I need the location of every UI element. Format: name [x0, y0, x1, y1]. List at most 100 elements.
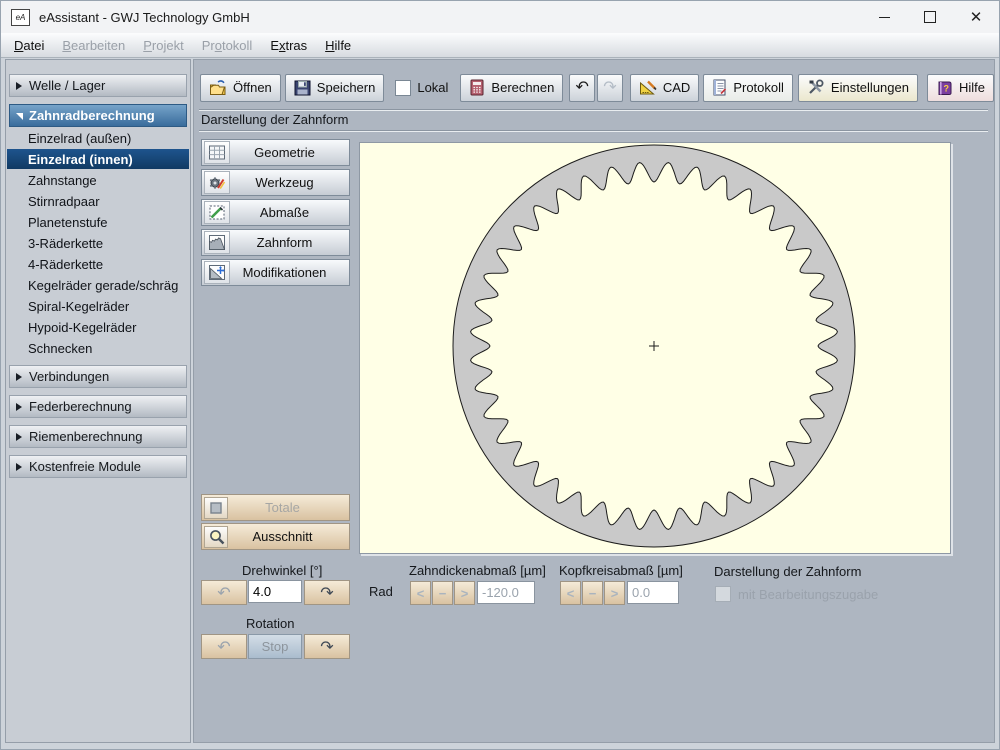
sidebar-item-3-räderkette[interactable]: 3-Räderkette	[7, 233, 189, 253]
rotate-cw-icon: ↷	[320, 583, 333, 603]
zahnform-button[interactable]: Zahnform	[201, 229, 350, 256]
square-icon	[204, 497, 228, 519]
drehwinkel-label: Drehwinkel [°]	[242, 563, 322, 578]
lokal-label: Lokal	[417, 80, 448, 95]
zahndicken-label: Zahndickenabmaß [µm]	[409, 563, 546, 578]
sidebar-item-einzelrad-innen[interactable]: Einzelrad (innen)	[7, 149, 189, 169]
menu-projekt: Projekt	[134, 35, 192, 56]
totale-button: Totale	[201, 494, 350, 521]
sidebar-item-schnecken[interactable]: Schnecken	[7, 338, 189, 358]
sidebar-item-planetenstufe[interactable]: Planetenstufe	[7, 212, 189, 232]
kopfkreis-input	[627, 581, 679, 604]
undo-button[interactable]: ↶	[569, 74, 595, 102]
close-icon: ✕	[970, 8, 983, 26]
minus-icon: −	[439, 586, 447, 601]
grid-icon	[204, 141, 230, 164]
help-book-icon: ?	[936, 80, 953, 96]
kopfkreis-decrease-button[interactable]: <	[560, 581, 581, 605]
button-label: Ausschnitt	[228, 529, 349, 544]
berechnen-button[interactable]: Berechnen	[460, 74, 563, 102]
triangle-collapsed-icon	[16, 463, 22, 471]
app-window: eA eAssistant - GWJ Technology GmbH ✕ Da…	[0, 0, 1000, 750]
sidebar-item-einzelrad-außen[interactable]: Einzelrad (außen)	[7, 128, 189, 148]
chevron-left-icon: <	[567, 586, 575, 601]
abmaße-button[interactable]: Abmaße	[201, 199, 350, 226]
redo-button: ↷	[597, 74, 623, 102]
menu-hilfe[interactable]: Hilfe	[316, 35, 360, 56]
gear-drawing-area[interactable]	[359, 142, 951, 554]
sidebar-item-stirnradpaar[interactable]: Stirnradpaar	[7, 191, 189, 211]
rotation-cw-button[interactable]: ↷	[304, 634, 350, 659]
sidebar-navigation: Welle / LagerZahnradberechnungEinzelrad …	[5, 59, 191, 743]
close-button[interactable]: ✕	[953, 1, 999, 33]
maximize-button[interactable]	[907, 1, 953, 33]
hilfe-button[interactable]: ?Hilfe	[927, 74, 994, 102]
rotation-stop-button: Stop	[248, 634, 302, 659]
main-panel: ÖffnenSpeichernLokalBerechnen↶↷CADProtok…	[193, 59, 995, 743]
caliper-icon	[204, 201, 230, 224]
kopfkreis-increase-button[interactable]: >	[604, 581, 625, 605]
chevron-right-icon: >	[461, 586, 469, 601]
button-label: Berechnen	[491, 80, 554, 95]
modifikationen-button[interactable]: Modifikationen	[201, 259, 350, 286]
modification-icon	[204, 261, 230, 284]
minus-icon: −	[589, 586, 597, 601]
spacer	[6, 418, 190, 421]
sidebar-section-zahnradberechnung[interactable]: Zahnradberechnung	[9, 104, 187, 127]
speichern-button[interactable]: Speichern	[285, 74, 385, 102]
gear-tool-icon	[204, 171, 230, 194]
window-title: eAssistant - GWJ Technology GmbH	[39, 10, 250, 25]
triangle-collapsed-icon	[16, 403, 22, 411]
zahndicken-decrease-button[interactable]: <	[410, 581, 431, 605]
einstellungen-button[interactable]: Einstellungen	[798, 74, 918, 102]
sidebar-section-welle-lager[interactable]: Welle / Lager	[9, 74, 187, 97]
sidebar-item-zahnstange[interactable]: Zahnstange	[7, 170, 189, 190]
menu-datei[interactable]: Datei	[5, 35, 53, 56]
internal-gear-graphic	[360, 143, 948, 551]
button-label: Zahnform	[230, 235, 349, 250]
bearbeitungszugabe-checkbox-row: mit Bearbeitungszugabe	[715, 586, 878, 602]
toolbar: Öffnen Speichern Lokal Berechnen ↶↷CADProtok…	[194, 74, 994, 101]
ausschnitt-button[interactable]: Ausschnitt	[201, 523, 350, 550]
kopfkreis-label: Kopfkreisabmaß [µm]	[559, 563, 683, 578]
title-bar: eA eAssistant - GWJ Technology GmbH ✕	[1, 1, 999, 34]
minimize-button[interactable]	[861, 1, 907, 33]
divider	[199, 130, 988, 132]
sidebar-section-verbindungen[interactable]: Verbindungen	[9, 365, 187, 388]
rotate-cw-button[interactable]: ↷	[304, 580, 350, 605]
cad-ruler-icon	[639, 79, 657, 96]
sidebar-item-hypoid-kegelräder[interactable]: Hypoid-Kegelräder	[7, 317, 189, 337]
rotate-ccw-icon: ↶	[217, 637, 230, 657]
bearbeitungszugabe-label: mit Bearbeitungszugabe	[738, 587, 878, 602]
triangle-expanded-icon	[16, 113, 23, 120]
geometrie-button[interactable]: Geometrie	[201, 139, 350, 166]
sidebar-item-4-räderkette[interactable]: 4-Räderkette	[7, 254, 189, 274]
cad-button[interactable]: CAD	[630, 74, 699, 102]
button-label: Totale	[228, 500, 349, 515]
lokal-checkbox[interactable]: Lokal	[395, 80, 448, 96]
minimize-icon	[879, 17, 890, 18]
menu-protokoll: Protokoll	[193, 35, 262, 56]
zahndicken-increase-button[interactable]: >	[454, 581, 475, 605]
sidebar-item-spiral-kegelräder[interactable]: Spiral-Kegelräder	[7, 296, 189, 316]
drehwinkel-input[interactable]	[248, 580, 302, 603]
rotate-ccw-button[interactable]: ↶	[201, 580, 247, 605]
button-label: Werkzeug	[230, 175, 349, 190]
rotation-ccw-button[interactable]: ↶	[201, 634, 247, 659]
kopfkreis-reset-button[interactable]: −	[582, 581, 603, 605]
sidebar-item-kegelräder-gerade-schräg[interactable]: Kegelräder gerade/schräg	[7, 275, 189, 295]
protokoll-button[interactable]: Protokoll	[703, 74, 793, 102]
menu-bar: DateiBearbeitenProjektProtokollExtrasHil…	[1, 33, 999, 58]
menu-extras[interactable]: Extras	[261, 35, 316, 56]
werkzeug-button[interactable]: Werkzeug	[201, 169, 350, 196]
sidebar-section-riemenberechnung[interactable]: Riemenberechnung	[9, 425, 187, 448]
sidebar-section-kostenfreie-module[interactable]: Kostenfreie Module	[9, 455, 187, 478]
open-folder-icon	[209, 80, 227, 96]
sidebar-section-federberechnung[interactable]: Federberechnung	[9, 395, 187, 418]
button-label: Öffnen	[233, 80, 272, 95]
svg-text:?: ?	[943, 83, 949, 93]
zahndicken-reset-button[interactable]: −	[432, 581, 453, 605]
öffnen-button[interactable]: Öffnen	[200, 74, 281, 102]
magnifier-icon	[204, 526, 228, 548]
calculator-icon	[469, 79, 485, 96]
